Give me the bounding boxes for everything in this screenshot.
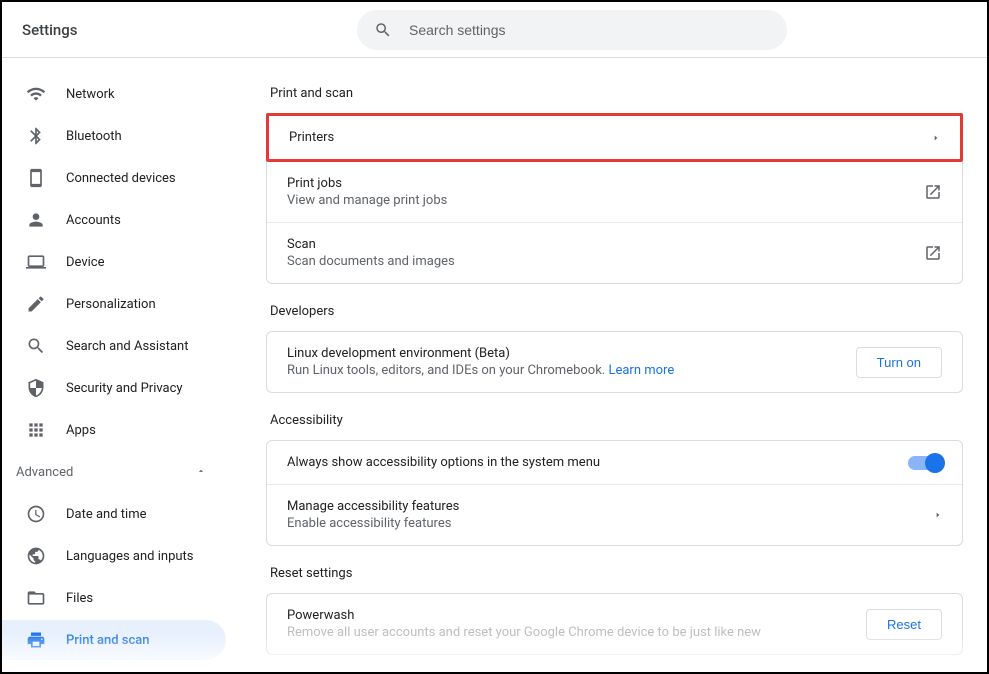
scan-row[interactable]: Scan Scan documents and images	[267, 223, 962, 283]
header: Settings	[2, 2, 987, 58]
row-title: Manage accessibility features	[287, 499, 934, 514]
sidebar-advanced-toggle[interactable]: Advanced	[2, 452, 226, 492]
sidebar-advanced-label: Advanced	[16, 465, 73, 480]
page-title: Settings	[22, 21, 357, 39]
external-link-icon	[924, 244, 942, 262]
sidebar-item-label: Personalization	[66, 297, 156, 312]
sidebar-item-bluetooth[interactable]: Bluetooth	[2, 116, 226, 156]
sidebar-item-label: Languages and inputs	[66, 549, 194, 564]
edit-icon	[26, 294, 46, 314]
linux-row: Linux development environment (Beta) Run…	[267, 332, 962, 392]
section-title-accessibility: Accessibility	[270, 413, 963, 428]
sidebar-item-print-scan[interactable]: Print and scan	[2, 620, 226, 660]
turn-on-button[interactable]: Turn on	[856, 347, 942, 378]
sidebar-item-label: Network	[66, 87, 115, 102]
sidebar-item-files[interactable]: Files	[2, 578, 226, 618]
sidebar-item-search-assistant[interactable]: Search and Assistant	[2, 326, 226, 366]
row-title: Scan	[287, 237, 924, 252]
row-subtitle: View and manage print jobs	[287, 193, 924, 208]
folder-icon	[26, 588, 46, 608]
chevron-right-icon	[932, 132, 940, 144]
print-jobs-row[interactable]: Print jobs View and manage print jobs	[267, 162, 962, 223]
search-input[interactable]	[409, 22, 771, 38]
search-icon	[373, 21, 393, 39]
external-link-icon	[924, 183, 942, 201]
sidebar-item-personalization[interactable]: Personalization	[2, 284, 226, 324]
sidebar-item-label: Security and Privacy	[66, 381, 183, 396]
sidebar-item-accounts[interactable]: Accounts	[2, 200, 226, 240]
reset-button[interactable]: Reset	[866, 609, 942, 640]
row-subtitle: Scan documents and images	[287, 254, 924, 269]
apps-icon	[26, 420, 46, 440]
section-title-reset: Reset settings	[270, 566, 963, 581]
shield-icon	[26, 378, 46, 398]
sidebar-item-apps[interactable]: Apps	[2, 410, 226, 450]
powerwash-row: Powerwash Remove all user accounts and r…	[267, 594, 962, 654]
sidebar-item-date-time[interactable]: Date and time	[2, 494, 226, 534]
row-subtitle: Enable accessibility features	[287, 516, 934, 531]
always-show-a11y-row[interactable]: Always show accessibility options in the…	[267, 441, 962, 485]
sidebar-item-label: Device	[66, 255, 105, 270]
chevron-up-icon	[196, 465, 206, 480]
sidebar-item-label: Accounts	[66, 213, 121, 228]
chevron-right-icon	[934, 509, 942, 521]
wifi-icon	[26, 84, 46, 104]
sidebar-item-label: Search and Assistant	[66, 339, 189, 354]
sidebar-item-security[interactable]: Security and Privacy	[2, 368, 226, 408]
clock-icon	[26, 504, 46, 524]
phone-icon	[26, 168, 46, 188]
sidebar-item-label: Connected devices	[66, 171, 176, 186]
sidebar-item-connected-devices[interactable]: Connected devices	[2, 158, 226, 198]
row-title: Always show accessibility options in the…	[287, 455, 908, 470]
main-content: Print and scan Printers Print jobs View …	[234, 58, 987, 672]
sidebar-item-label: Print and scan	[66, 633, 150, 648]
sidebar-item-label: Date and time	[66, 507, 147, 522]
search-container[interactable]	[357, 10, 787, 50]
learn-more-link[interactable]: Learn more	[608, 363, 674, 378]
always-show-a11y-toggle[interactable]	[908, 456, 942, 470]
print-icon	[26, 630, 46, 650]
sidebar-item-label: Files	[66, 591, 93, 606]
sidebar-item-network[interactable]: Network	[2, 74, 226, 114]
sidebar-item-device[interactable]: Device	[2, 242, 226, 282]
printers-row[interactable]: Printers	[266, 113, 963, 162]
manage-a11y-row[interactable]: Manage accessibility features Enable acc…	[267, 485, 962, 545]
bluetooth-icon	[26, 126, 46, 146]
row-title: Linux development environment (Beta)	[287, 346, 856, 361]
sidebar-item-label: Bluetooth	[66, 129, 122, 144]
row-subtitle: Run Linux tools, editors, and IDEs on yo…	[287, 363, 856, 378]
sidebar-item-languages[interactable]: Languages and inputs	[2, 536, 226, 576]
row-title: Powerwash	[287, 608, 866, 623]
section-title-developers: Developers	[270, 304, 963, 319]
laptop-icon	[26, 252, 46, 272]
person-icon	[26, 210, 46, 230]
globe-icon	[26, 546, 46, 566]
row-subtitle: Remove all user accounts and reset your …	[287, 625, 866, 640]
sidebar-item-label: Apps	[66, 423, 96, 438]
row-title: Printers	[289, 130, 932, 145]
section-title-print-scan: Print and scan	[270, 86, 963, 101]
row-title: Print jobs	[287, 176, 924, 191]
search-icon	[26, 336, 46, 356]
body: Network Bluetooth Connected devices Acco…	[2, 58, 987, 672]
sidebar: Network Bluetooth Connected devices Acco…	[2, 58, 234, 672]
